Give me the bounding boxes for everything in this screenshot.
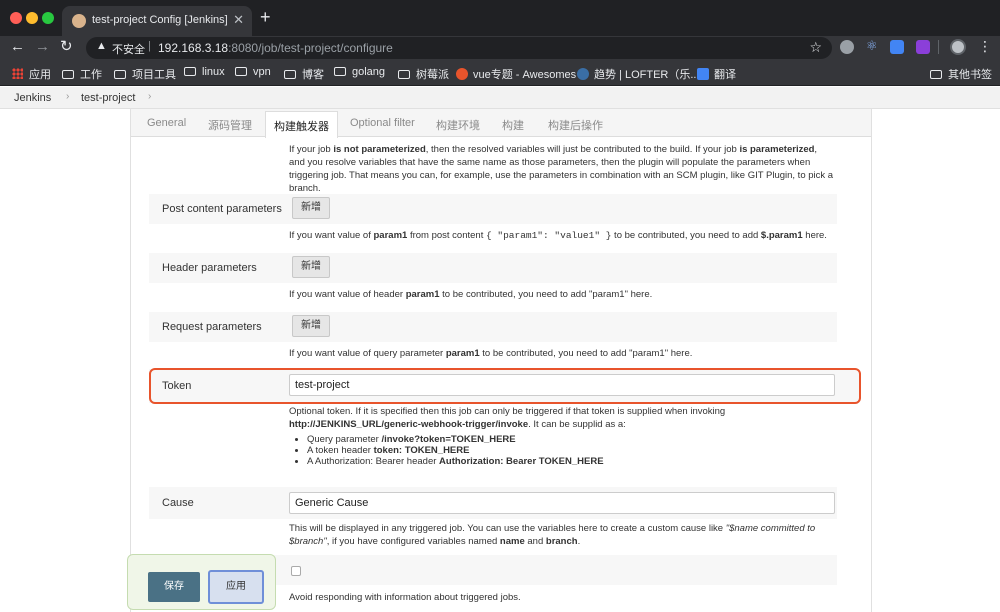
silent-response-checkbox[interactable] <box>291 566 301 576</box>
cause-label: Cause <box>162 497 194 509</box>
site-icon <box>577 68 589 80</box>
tab-post-build[interactable]: 构建后操作 <box>548 117 603 133</box>
new-tab-button[interactable]: + <box>260 8 271 26</box>
folder-icon <box>235 67 247 76</box>
warning-icon: ▲ <box>96 40 107 52</box>
breadcrumb-jenkins[interactable]: Jenkins <box>14 92 51 104</box>
bookmark-folder[interactable]: 工作 <box>62 66 102 82</box>
tab-build-env[interactable]: 构建环境 <box>436 117 480 133</box>
bookmark-site[interactable]: 翻译 <box>697 66 736 82</box>
bookmark-other[interactable]: 其他书签 <box>930 66 992 82</box>
close-window-button[interactable] <box>10 12 22 24</box>
apps-icon <box>12 68 23 79</box>
tab-title: test-project Config [Jenkins] <box>92 14 228 26</box>
request-params-help-text: If you want value of query parameter par… <box>289 348 693 359</box>
browser-titlebar: test-project Config [Jenkins] ✕ + <box>0 0 1000 36</box>
extension-4-icon[interactable] <box>916 40 930 54</box>
insecure-label: 不安全 <box>112 44 145 56</box>
tab-build[interactable]: 构建 <box>502 117 524 133</box>
add-header-param-button[interactable]: 新增 <box>292 256 330 278</box>
post-content-label: Post content parameters <box>162 203 282 215</box>
tab-scm[interactable]: 源码管理 <box>208 117 252 133</box>
bookmark-folder[interactable]: golang <box>334 66 385 78</box>
tab-build-triggers[interactable]: 构建触发器 <box>265 111 338 138</box>
extension-3-icon[interactable] <box>890 40 904 54</box>
folder-icon <box>114 70 126 79</box>
breadcrumb-separator: › <box>66 91 70 102</box>
breadcrumb-separator: › <box>148 91 152 102</box>
url-text: 192.168.3.18:8080/job/test-project/confi… <box>158 41 393 55</box>
folder-icon <box>284 70 296 79</box>
folder-icon <box>334 67 346 76</box>
cause-help-text: This will be displayed in any triggered … <box>289 523 816 547</box>
back-arrow-icon[interactable]: ← <box>10 38 25 56</box>
save-bar: 保存 应用 <box>127 554 276 610</box>
jenkins-favicon-icon <box>72 14 86 28</box>
bookmark-star-icon[interactable]: ☆ <box>809 39 822 56</box>
token-options-list: Query parameter /invoke?token=TOKEN_HERE… <box>307 434 604 467</box>
bookmark-folder[interactable]: 树莓派 <box>398 66 449 82</box>
profile-avatar[interactable] <box>950 39 966 55</box>
post-content-help-text: If you want value of param1 from post co… <box>289 230 827 241</box>
menu-icon[interactable]: ⋮ <box>978 38 992 55</box>
address-bar[interactable]: ▲ 不安全 | 192.168.3.18:8080/job/test-proje… <box>86 37 832 59</box>
browser-tab[interactable]: test-project Config [Jenkins] ✕ <box>62 6 252 36</box>
cause-input[interactable] <box>289 492 835 514</box>
request-params-label: Request parameters <box>162 321 262 333</box>
folder-icon <box>62 70 74 79</box>
save-button[interactable]: 保存 <box>148 572 200 602</box>
folder-icon <box>184 67 196 76</box>
parameterized-help-text: If your job is not parameterized, then t… <box>289 144 834 194</box>
translate-icon <box>697 68 709 80</box>
tab-general[interactable]: General <box>147 117 186 129</box>
tab-optional-filter[interactable]: Optional filter <box>350 117 415 129</box>
toolbar-divider <box>938 40 939 54</box>
reload-icon[interactable]: ↻ <box>60 38 73 56</box>
bookmark-folder[interactable]: 博客 <box>284 66 324 82</box>
apply-button[interactable]: 应用 <box>208 570 264 604</box>
tab-close-icon[interactable]: ✕ <box>233 12 244 28</box>
config-tabs: General 源码管理 构建触发器 Optional filter 构建环境 … <box>131 109 871 138</box>
bookmark-site[interactable]: 趋势 | LOFTER（乐... <box>577 66 700 82</box>
site-icon <box>456 68 468 80</box>
add-request-param-button[interactable]: 新增 <box>292 315 330 337</box>
token-highlight-box <box>149 368 861 404</box>
list-item: Query parameter /invoke?token=TOKEN_HERE <box>307 434 604 445</box>
breadcrumb-project[interactable]: test-project <box>81 92 135 104</box>
maximize-window-button[interactable] <box>42 12 54 24</box>
list-item: A Authorization: Bearer header Authoriza… <box>307 456 604 467</box>
config-panel: General 源码管理 构建触发器 Optional filter 构建环境 … <box>130 109 872 612</box>
url-separator: | <box>148 40 151 52</box>
minimize-window-button[interactable] <box>26 12 38 24</box>
token-help-text: Optional token. If it is specified then … <box>289 406 726 430</box>
header-params-help-text: If you want value of header param1 to be… <box>289 289 653 300</box>
bookmark-folder[interactable]: 项目工具 <box>114 66 176 82</box>
list-item: A token header token: TOKEN_HERE <box>307 445 604 456</box>
bookmarks-bar: 应用 工作 项目工具 linux vpn 博客 golang 树莓派 vue专题… <box>0 60 1000 86</box>
add-post-content-button[interactable]: 新增 <box>292 197 330 219</box>
bookmark-folder[interactable]: vpn <box>235 66 271 78</box>
silent-response-help-text: Avoid responding with information about … <box>289 592 521 603</box>
folder-icon <box>930 70 942 79</box>
react-devtools-icon[interactable]: ⚛ <box>866 38 880 53</box>
bookmark-folder[interactable]: linux <box>184 66 225 78</box>
forward-arrow-icon[interactable]: → <box>35 38 50 56</box>
header-params-label: Header parameters <box>162 262 257 274</box>
breadcrumb: Jenkins › test-project › <box>0 87 1000 109</box>
folder-icon <box>398 70 410 79</box>
extension-1-icon[interactable] <box>840 40 854 54</box>
bookmark-site[interactable]: vue专题 - Awesomes <box>456 66 576 82</box>
bookmark-apps[interactable]: 应用 <box>12 66 51 82</box>
